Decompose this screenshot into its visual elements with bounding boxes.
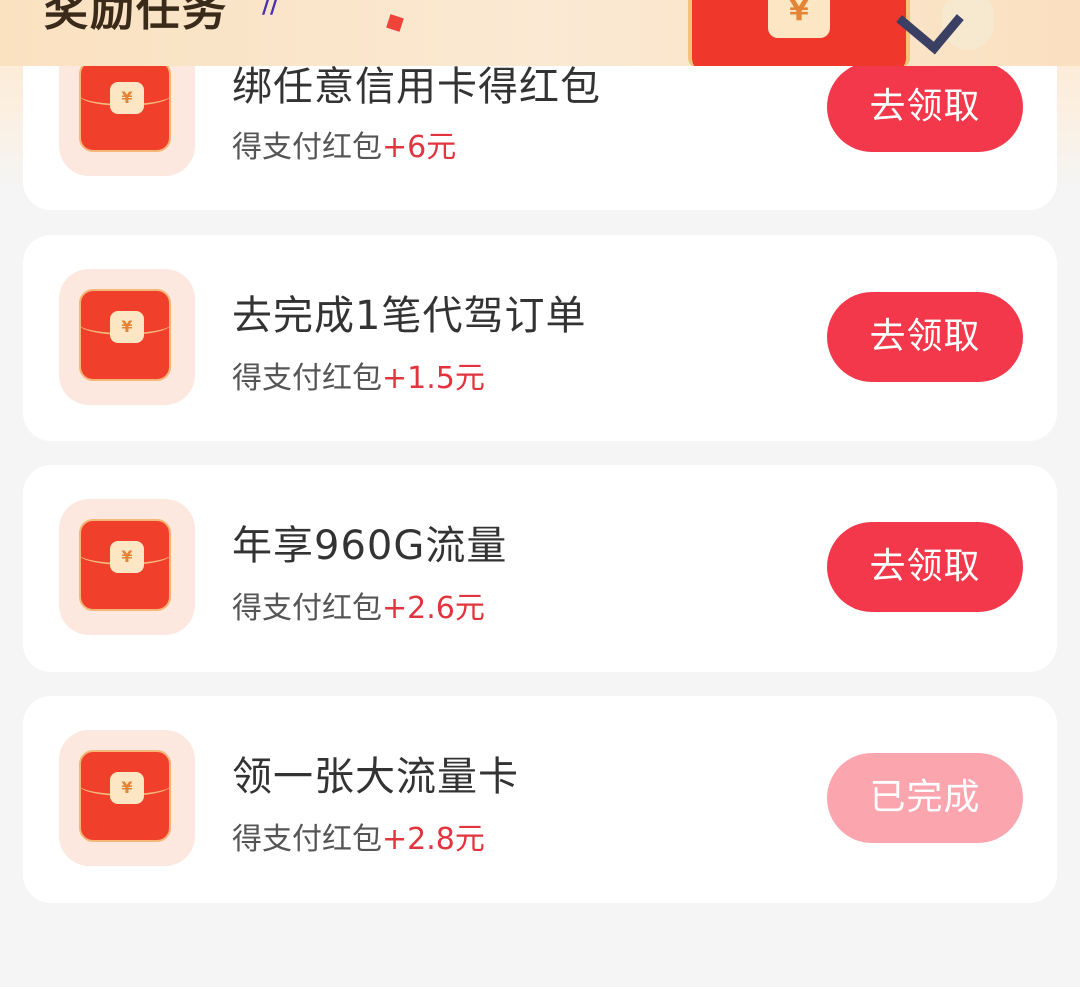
- task-title: 去完成1笔代驾订单: [232, 293, 587, 339]
- task-card: ¥ 年享960G流量 得支付红包+2.6元 去领取: [23, 465, 1057, 672]
- task-reward: 得支付红包+2.8元: [232, 814, 485, 858]
- claim-button[interactable]: 去领取: [827, 62, 1023, 152]
- reward-label: 得支付红包: [232, 361, 382, 396]
- reward-label: 得支付红包: [232, 591, 382, 626]
- red-envelope-icon: ¥: [59, 269, 195, 405]
- red-envelope-icon: ¥: [59, 499, 195, 635]
- section-title: 奖励任务: [44, 0, 228, 36]
- task-reward: 得支付红包+2.6元: [232, 583, 485, 627]
- claim-button[interactable]: 去领取: [827, 522, 1023, 612]
- reward-amount: +2.8元: [382, 822, 485, 857]
- reward-amount: +6元: [382, 130, 457, 165]
- title-decoration-icon: //: [262, 0, 279, 19]
- task-title: 领一张大流量卡: [232, 754, 519, 800]
- task-reward: 得支付红包+1.5元: [232, 353, 485, 397]
- reward-amount: +1.5元: [382, 361, 485, 396]
- reward-label: 得支付红包: [232, 822, 382, 857]
- completed-button[interactable]: 已完成: [827, 753, 1023, 843]
- reward-label: 得支付红包: [232, 130, 382, 165]
- banner-red-envelope-icon: ¥: [688, 0, 910, 66]
- reward-amount: +2.6元: [382, 591, 485, 626]
- claim-button[interactable]: 去领取: [827, 292, 1023, 382]
- task-card: ¥ 领一张大流量卡 得支付红包+2.8元 已完成: [23, 696, 1057, 903]
- red-envelope-icon: ¥: [59, 730, 195, 866]
- task-card: ¥ 去完成1笔代驾订单 得支付红包+1.5元 去领取: [23, 235, 1057, 441]
- envelope-seal: ¥: [768, 0, 830, 38]
- confetti-icon: [386, 14, 404, 32]
- task-title: 年享960G流量: [232, 523, 508, 569]
- task-reward: 得支付红包+6元: [232, 122, 456, 166]
- header-banner: 奖励任务 // ¥: [0, 0, 1080, 66]
